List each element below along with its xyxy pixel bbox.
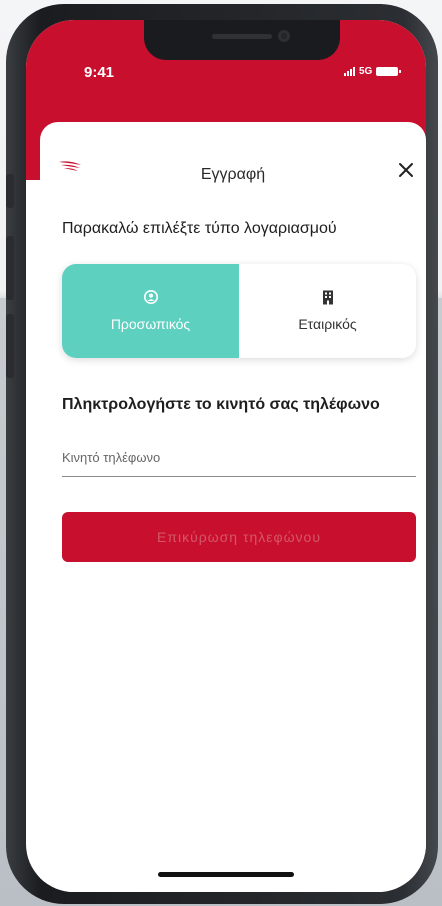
confirm-phone-button[interactable]: Επικύρωση τηλεφώνου: [62, 512, 416, 562]
volume-down-button: [6, 314, 14, 378]
battery-icon: [376, 67, 402, 76]
account-type-toggle: Προσωπικός Εταιρικός: [62, 264, 416, 358]
signal-icon: [344, 67, 355, 76]
notch: [144, 20, 340, 60]
camera-icon: [278, 30, 290, 42]
volume-up-button: [6, 236, 14, 300]
status-icons: 5G: [344, 66, 402, 77]
phone-frame: 9:41 5G Εγγραφή Παρακαλώ επιλέξτε τύπο λ…: [6, 4, 438, 904]
account-type-prompt: Παρακαλώ επιλέξτε τύπο λογαριασμού: [62, 220, 337, 237]
close-icon[interactable]: [394, 158, 418, 182]
speaker: [212, 34, 272, 39]
phone-prompt: Πληκτρολογήστε το κινητό σας τηλέφωνο: [62, 396, 380, 413]
building-icon: [239, 290, 416, 310]
page-title: Εγγραφή: [200, 166, 266, 183]
network-label: 5G: [359, 66, 373, 77]
status-time: 9:41: [84, 64, 115, 81]
phone-screen: 9:41 5G Εγγραφή Παρακαλώ επιλέξτε τύπο λ…: [26, 20, 426, 892]
business-account-option[interactable]: Εταιρικός: [239, 264, 416, 358]
user-circle-icon: [62, 290, 239, 309]
personal-account-label: Προσωπικός: [110, 316, 191, 332]
mute-switch: [6, 174, 14, 208]
home-indicator: [158, 872, 294, 877]
business-account-label: Εταιρικός: [298, 316, 357, 332]
personal-account-option[interactable]: Προσωπικός: [62, 264, 239, 358]
registration-sheet: Εγγραφή Παρακαλώ επιλέξτε τύπο λογαριασμ…: [40, 122, 426, 892]
phone-number-input[interactable]: [62, 438, 416, 477]
